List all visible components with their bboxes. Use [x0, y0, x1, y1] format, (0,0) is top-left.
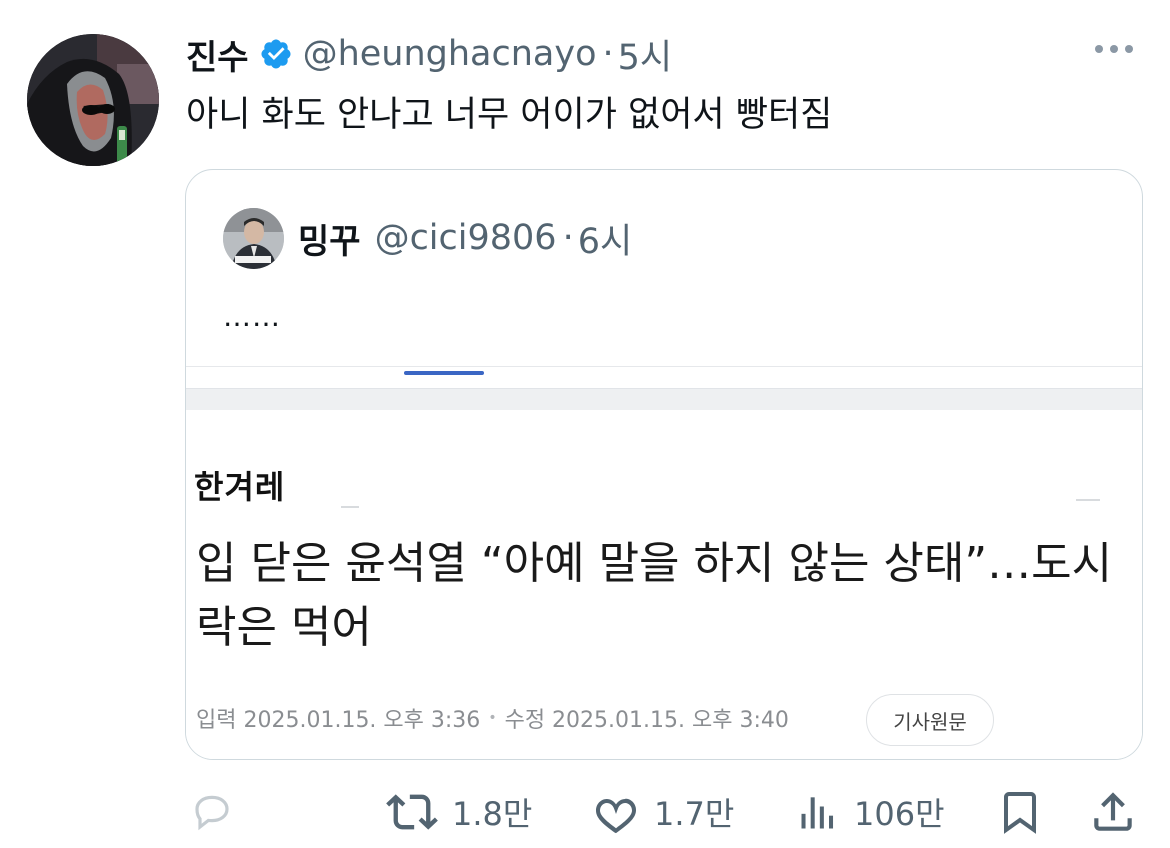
heart-icon [596, 798, 636, 834]
views-button[interactable]: 106만 [796, 782, 945, 842]
comment-icon [195, 795, 229, 831]
article-band [186, 388, 1142, 410]
share-icon [1094, 792, 1132, 831]
author-handle[interactable]: @heunghacnayo [303, 34, 597, 74]
quoted-tweet-header: 밍꾸 @cici9806 · 6시 [298, 214, 632, 262]
more-dot [1125, 45, 1133, 53]
reply-button[interactable] [188, 782, 236, 842]
quoted-timestamp[interactable]: 6시 [578, 213, 632, 264]
like-count: 1.7만 [654, 795, 735, 833]
quoted-header-separator: · [562, 218, 574, 258]
bar-chart-icon [801, 797, 834, 829]
tweet-header: 진수 @heunghacnayo · 5시 [186, 30, 672, 78]
more-dot [1095, 45, 1103, 53]
bookmark-icon [1004, 792, 1036, 834]
article-meta: 입력 2025.01.15. 오후 3:36 • 수정 2025.01.15. … [196, 702, 789, 734]
share-button[interactable] [1088, 782, 1138, 842]
retweet-count: 1.8만 [452, 795, 533, 833]
verified-badge-icon [261, 39, 291, 69]
article-headline: 입 닫은 윤석열 “아예 말을 하지 않는 상태”…도시락은 먹어 [196, 538, 1113, 653]
header-separator: · [602, 34, 614, 74]
article-divider [186, 366, 1142, 367]
publisher-logo: 한겨레 [194, 468, 286, 506]
quoted-tweet-card[interactable]: 밍꾸 @cici9806 · 6시 …… 한겨레 입 닫은 윤석열 “아예 말을… [185, 169, 1143, 760]
article-published-time: 입력 2025.01.15. 오후 3:36 [196, 708, 481, 733]
quoted-author-avatar[interactable] [223, 208, 284, 269]
quoted-author-handle[interactable]: @cici9806 [375, 218, 557, 258]
like-button[interactable]: 1.7만 [592, 782, 734, 842]
action-bar: 1.8만 1.7만 106만 [0, 782, 1170, 842]
avatar-image [27, 34, 159, 166]
article-screenshot[interactable]: 한겨레 입 닫은 윤석열 “아예 말을 하지 않는 상태”…도시락은 먹어 입력… [186, 366, 1142, 759]
quoted-avatar-image [223, 208, 284, 269]
faint-mark [341, 506, 359, 508]
views-count: 106만 [854, 795, 945, 833]
retweet-button[interactable]: 1.8만 [386, 782, 532, 842]
more-options-icon[interactable] [1095, 45, 1133, 53]
tweet-timestamp[interactable]: 5시 [618, 29, 672, 80]
more-dot [1110, 45, 1118, 53]
retweet-icon [386, 794, 438, 830]
author-avatar[interactable] [27, 34, 159, 166]
article-modified-time: 수정 2025.01.15. 오후 3:40 [504, 708, 789, 733]
tweet-text: 아니 화도 안나고 너무 어이가 없어서 빵터짐 [186, 95, 833, 135]
original-article-button: 기사원문 [866, 694, 994, 746]
article-tab-indicator [404, 371, 484, 375]
meta-separator: • [488, 710, 497, 726]
quoted-tweet-text: …… [223, 300, 281, 333]
quoted-author-name[interactable]: 밍꾸 [298, 214, 361, 263]
faint-mark [1076, 499, 1100, 501]
author-name[interactable]: 진수 [186, 30, 249, 79]
bookmark-button[interactable] [996, 782, 1044, 842]
